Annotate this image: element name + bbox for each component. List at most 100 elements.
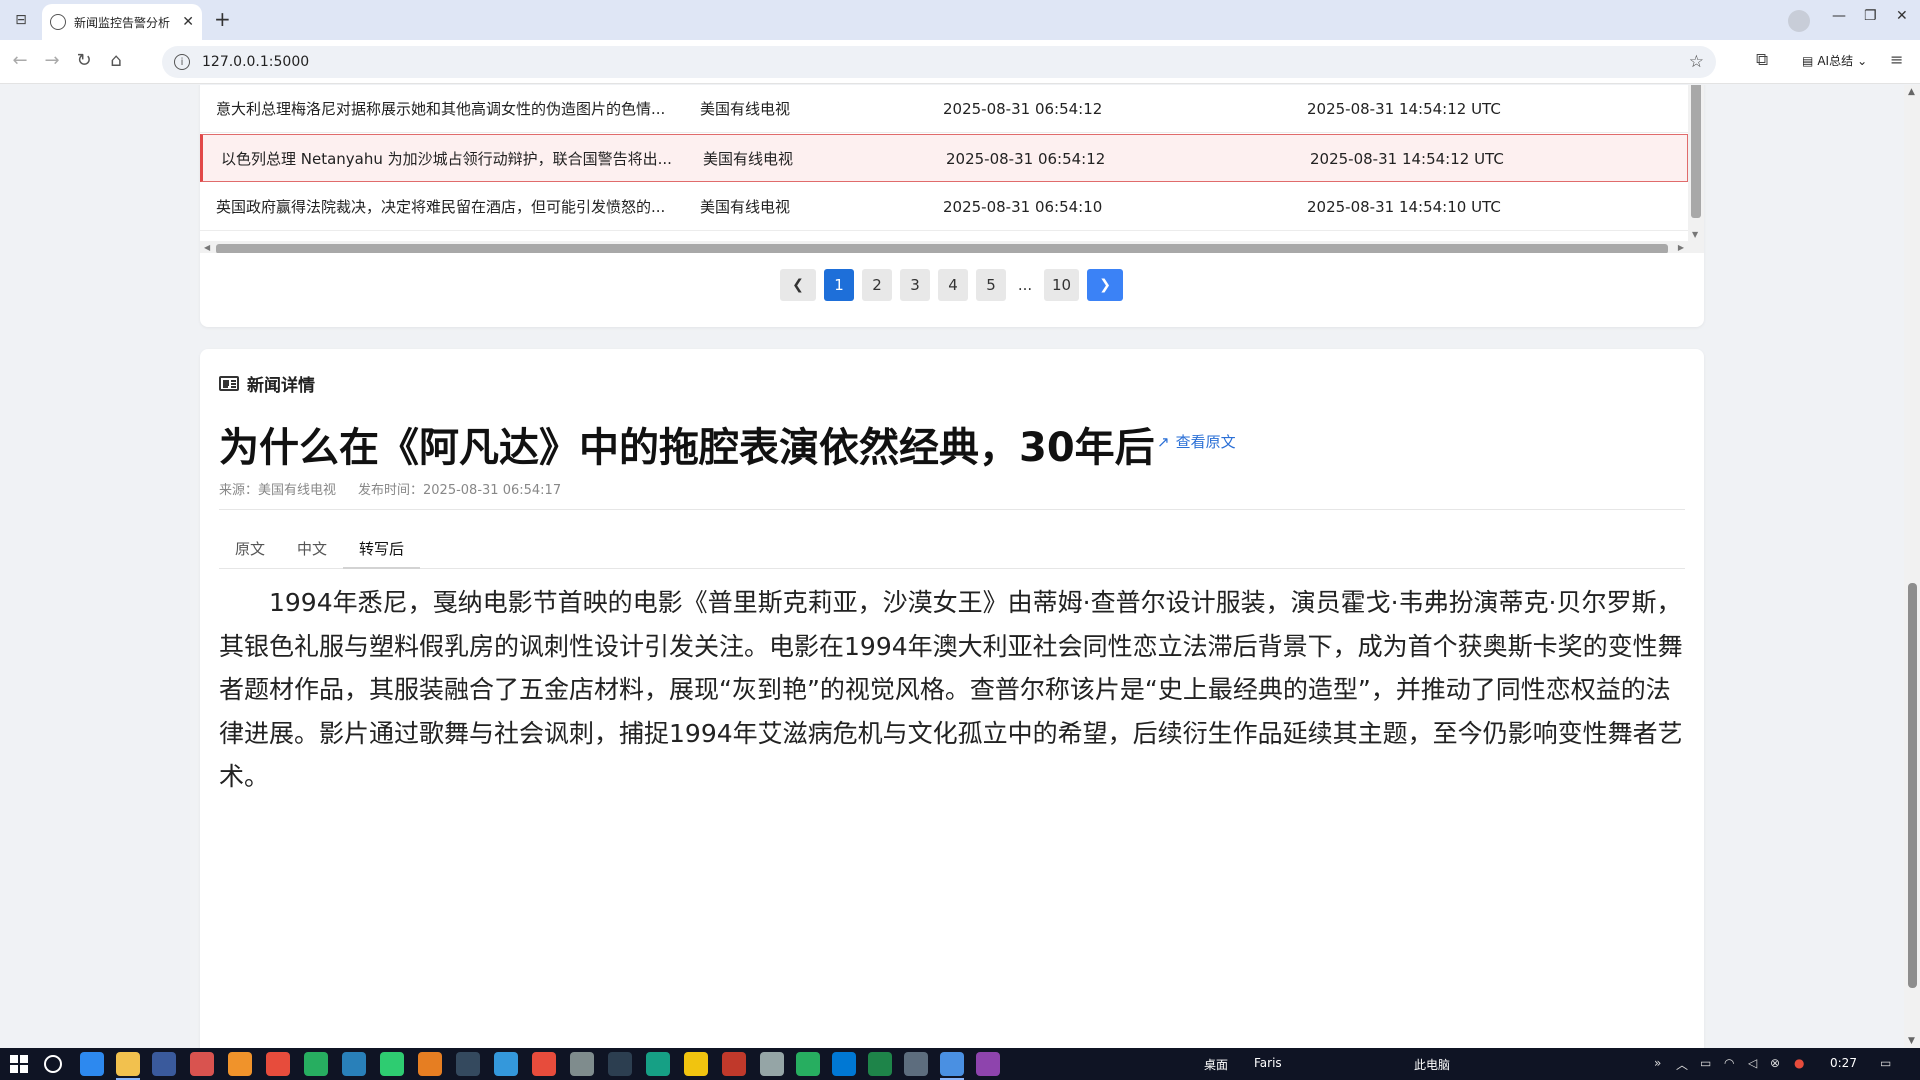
page-scrollbar-thumb[interactable]	[1908, 583, 1917, 988]
table-horizontal-scrollbar[interactable]: ◀ ▶	[200, 241, 1704, 253]
detail-header: 新闻详情	[219, 371, 315, 396]
scroll-down-arrow-icon[interactable]: ▼	[1692, 230, 1698, 239]
wifi-icon[interactable]: ◠	[1724, 1056, 1734, 1070]
prev-page-button[interactable]: ❮	[780, 269, 816, 301]
app-icon[interactable]	[646, 1052, 670, 1076]
new-tab-button[interactable]: +	[214, 8, 231, 30]
row-title[interactable]: 意大利总理梅洛尼对据称展示她和其他高调女性的伪造图片的色情...	[216, 85, 696, 133]
page-scrollbar[interactable]: ▲ ▼	[1904, 85, 1920, 1048]
taskbar-computer[interactable]: 此电脑	[1414, 1056, 1450, 1073]
tray-up-icon[interactable]: ︿	[1676, 1056, 1688, 1073]
page-button-3[interactable]: 3	[900, 269, 930, 301]
tray-app-icon[interactable]: ⊗	[1770, 1056, 1780, 1070]
extensions-icon[interactable]: ⧉	[1756, 50, 1768, 70]
browser-tab-active[interactable]: 新闻监控告警分析 ✕	[42, 4, 202, 40]
app-icon[interactable]	[380, 1052, 404, 1076]
search-circle-icon[interactable]	[44, 1055, 62, 1073]
page-button-last[interactable]: 10	[1044, 269, 1080, 301]
tray-overflow-icon[interactable]: »	[1654, 1056, 1661, 1070]
windows-start-icon[interactable]	[10, 1055, 28, 1073]
restore-icon[interactable]: ❐	[1864, 8, 1877, 24]
scroll-right-arrow-icon[interactable]: ▶	[1678, 243, 1684, 252]
close-icon[interactable]: ✕	[182, 14, 194, 30]
app-icon[interactable]	[456, 1052, 480, 1076]
app-icon[interactable]	[266, 1052, 290, 1076]
table-row-alert[interactable]: 以色列总理 Netanyahu 为加沙城占领行动辩护，联合国警告将出... 美国…	[200, 134, 1688, 182]
article-source: 来源：美国有线电视	[219, 483, 337, 498]
url-text[interactable]: 127.0.0.1:5000	[202, 54, 309, 70]
next-page-button[interactable]: ❯	[1087, 269, 1124, 301]
tab-search-icon[interactable]: ⊟	[10, 10, 32, 30]
view-original-link[interactable]: ↗ 查看原文	[1157, 431, 1236, 452]
page-button-4[interactable]: 4	[938, 269, 968, 301]
vscode-icon[interactable]	[832, 1052, 856, 1076]
minimize-icon[interactable]: —	[1832, 8, 1846, 24]
tab-original[interactable]: 原文	[219, 529, 281, 569]
search-app-icon[interactable]	[228, 1052, 252, 1076]
back-icon[interactable]: ←	[8, 50, 32, 71]
row-title[interactable]: 以色列总理 Netanyahu 为加沙城占领行动辩护，联合国警告将出...	[221, 135, 701, 183]
menu-icon[interactable]: ≡	[1890, 50, 1903, 69]
profile-avatar[interactable]	[1788, 10, 1810, 32]
ai-summary-button[interactable]: ▤ AI总结 ⌄	[1802, 52, 1867, 69]
volume-icon[interactable]: ◁	[1748, 1056, 1757, 1070]
taskbar-desktop[interactable]: 桌面	[1204, 1056, 1228, 1073]
page-button-1[interactable]: 1	[824, 269, 854, 301]
browser-active-icon[interactable]	[940, 1052, 964, 1080]
scroll-up-arrow-icon[interactable]: ▲	[1908, 87, 1915, 97]
forward-icon[interactable]: →	[40, 50, 64, 71]
row-title[interactable]: 英国政府赢得法院裁决，决定将难民留在酒店，但可能引发愤怒的...	[216, 183, 696, 231]
scrollbar-thumb[interactable]	[216, 244, 1668, 253]
page-button-2[interactable]: 2	[862, 269, 892, 301]
chevron-down-icon: ⌄	[1857, 53, 1868, 68]
app-icon[interactable]	[342, 1052, 366, 1076]
notepad-icon[interactable]	[796, 1052, 820, 1076]
notification-icon[interactable]: ▭	[1880, 1056, 1891, 1070]
pdf-icon[interactable]	[722, 1052, 746, 1076]
home-icon[interactable]: ⌂	[104, 50, 128, 71]
clock[interactable]: 0:27	[1830, 1056, 1857, 1070]
row-source: 美国有线电视	[700, 100, 791, 118]
tab-chinese[interactable]: 中文	[281, 529, 343, 569]
app-icon[interactable]	[304, 1052, 328, 1076]
scroll-left-arrow-icon[interactable]: ◀	[204, 243, 210, 252]
article-meta: 来源：美国有线电视 发布时间：2025-08-31 06:54:17	[219, 479, 561, 498]
app-icon[interactable]	[904, 1052, 928, 1076]
app-icon[interactable]	[494, 1052, 518, 1076]
page-button-5[interactable]: 5	[976, 269, 1006, 301]
table-vertical-scrollbar[interactable]: ▼	[1688, 85, 1704, 241]
pycharm-icon[interactable]	[868, 1052, 892, 1076]
terminal-icon[interactable]	[608, 1052, 632, 1076]
file-explorer-icon[interactable]	[116, 1052, 140, 1080]
app-icon[interactable]	[570, 1052, 594, 1076]
scrollbar-thumb[interactable]	[1691, 85, 1701, 218]
app-icon[interactable]	[190, 1052, 214, 1076]
browser-tabstrip: ⊟ 新闻监控告警分析 ✕ + — ❐ ✕	[0, 0, 1920, 40]
chrome-icon[interactable]	[532, 1052, 556, 1076]
chrome-icon[interactable]	[684, 1052, 708, 1076]
window-close-icon[interactable]: ✕	[1896, 8, 1908, 24]
app-icon[interactable]	[760, 1052, 784, 1076]
desktop-app-icon[interactable]	[80, 1052, 104, 1076]
bookmark-star-icon[interactable]: ☆	[1689, 52, 1704, 72]
page-ellipsis: ...	[1017, 276, 1033, 294]
url-bar[interactable]: i 127.0.0.1:5000 ☆	[162, 46, 1716, 78]
app-icon[interactable]	[418, 1052, 442, 1076]
detail-header-label: 新闻详情	[247, 376, 315, 396]
external-link-icon: ↗	[1157, 432, 1170, 451]
table-row[interactable]: 英国政府赢得法院裁决，决定将难民留在酒店，但可能引发愤怒的... 美国有线电视 …	[200, 183, 1688, 231]
taskbar-user[interactable]: Faris	[1254, 1056, 1282, 1070]
globe-icon	[50, 14, 66, 30]
row-utc-time: 2025-08-31 14:54:12 UTC	[1307, 100, 1501, 118]
link-app-icon[interactable]	[152, 1052, 176, 1076]
reload-icon[interactable]: ↻	[72, 50, 96, 71]
scroll-down-arrow-icon[interactable]: ▼	[1908, 1036, 1915, 1046]
battery-icon[interactable]: ▭	[1700, 1056, 1711, 1070]
content-tabs: 原文 中文 转写后	[219, 529, 1685, 569]
app-icon[interactable]	[976, 1052, 1000, 1076]
tray-app-icon[interactable]: ●	[1794, 1056, 1804, 1070]
news-list-card: 意大利总理梅洛尼对据称展示她和其他高调女性的伪造图片的色情... 美国有线电视 …	[200, 85, 1704, 327]
site-info-icon[interactable]: i	[174, 54, 190, 70]
tab-rewritten[interactable]: 转写后	[343, 529, 421, 569]
table-row[interactable]: 意大利总理梅洛尼对据称展示她和其他高调女性的伪造图片的色情... 美国有线电视 …	[200, 85, 1688, 133]
